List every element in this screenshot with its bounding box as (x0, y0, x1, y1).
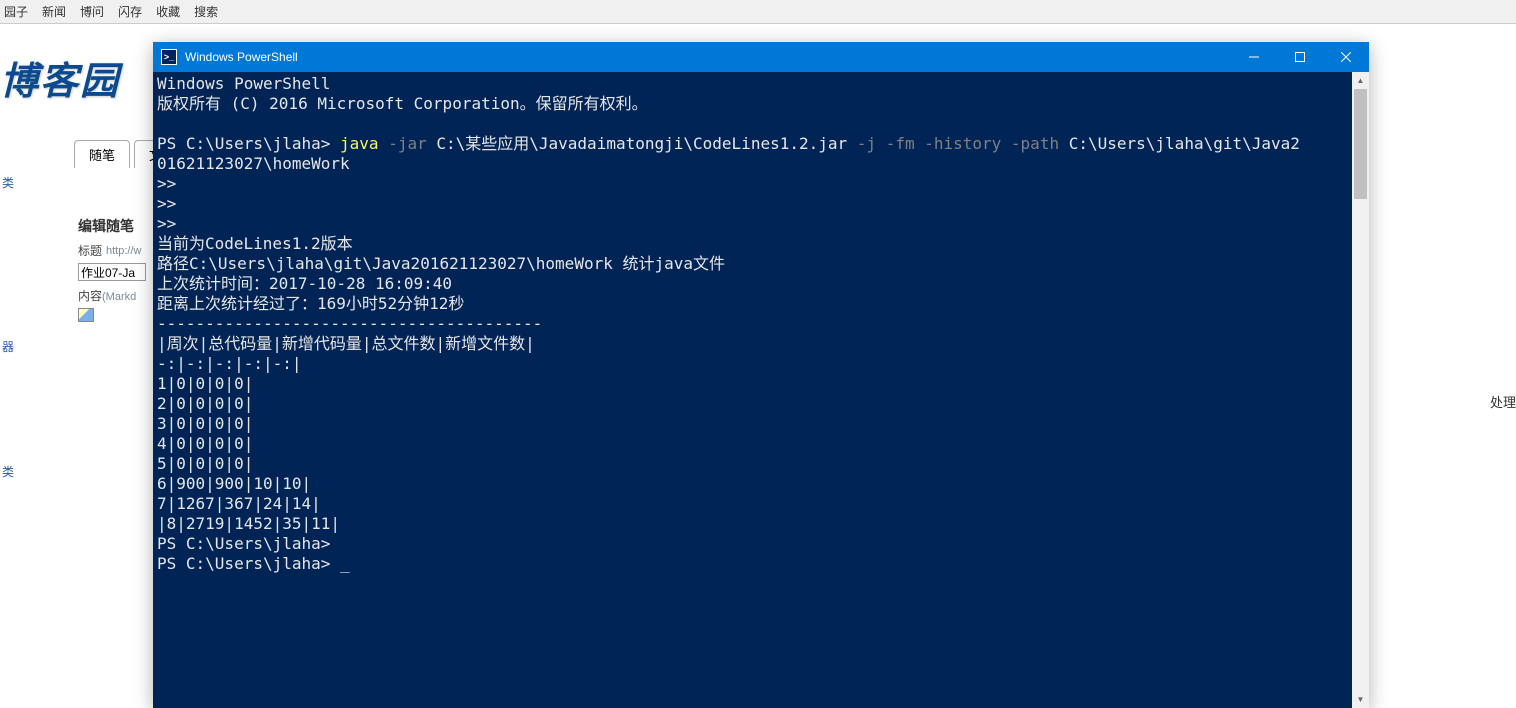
left-category: 类 器 类 (0, 232, 22, 486)
powershell-title: Windows PowerShell (185, 50, 1231, 64)
cat-item[interactable]: 类 (0, 168, 16, 197)
maximize-button[interactable] (1277, 42, 1323, 72)
powershell-window: >_ Windows PowerShell Windows PowerShell… (153, 42, 1369, 708)
window-controls (1231, 42, 1369, 72)
minimize-button[interactable] (1231, 42, 1277, 72)
image-icon[interactable] (78, 308, 94, 322)
terminal-scrollbar[interactable]: ▲ ▼ (1352, 72, 1369, 708)
powershell-terminal[interactable]: Windows PowerShell 版权所有 (C) 2016 Microso… (153, 72, 1352, 708)
title-label: 标题 (78, 242, 106, 259)
content-label: 内容(Markd (78, 287, 146, 304)
powershell-icon: >_ (161, 49, 177, 65)
menu-item[interactable]: 收藏 (156, 3, 180, 20)
edit-panel: 编辑随笔 标题 http://w 内容(Markd (78, 216, 146, 325)
close-button[interactable] (1323, 42, 1369, 72)
browser-menubar: 园子 新闻 博问 闪存 收藏 搜索 (0, 0, 1516, 24)
scrollbar-thumb[interactable] (1354, 89, 1367, 199)
blog-logo: 博客园 (0, 50, 120, 105)
powershell-titlebar[interactable]: >_ Windows PowerShell (153, 42, 1369, 72)
title-hint: http://w (106, 245, 141, 257)
title-input[interactable] (78, 263, 146, 281)
right-truncated-text: 处理 (1490, 392, 1516, 411)
menu-item[interactable]: 闪存 (118, 3, 142, 20)
menu-item[interactable]: 博问 (80, 3, 104, 20)
menu-item[interactable]: 新闻 (42, 3, 66, 20)
menu-item[interactable]: 园子 (4, 3, 28, 20)
edit-header: 编辑随笔 (78, 216, 146, 236)
cat-item[interactable]: 类 (0, 457, 22, 486)
menu-item[interactable]: 搜索 (194, 3, 218, 20)
cat-item[interactable]: 器 (0, 332, 22, 361)
scroll-up-icon[interactable]: ▲ (1352, 72, 1369, 89)
tab-essay[interactable]: 随笔 (74, 140, 130, 168)
scroll-down-icon[interactable]: ▼ (1352, 691, 1369, 708)
